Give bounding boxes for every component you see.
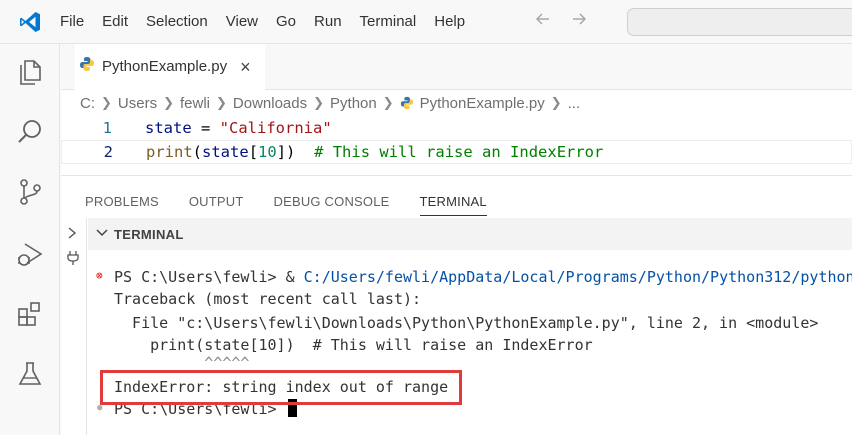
chevron-right-icon: ❯ xyxy=(216,95,227,110)
panel-side-bar xyxy=(61,218,87,435)
chevron-right-icon: ❯ xyxy=(101,95,112,110)
tab-label: PythonExample.py xyxy=(102,58,228,75)
line-number: 2 xyxy=(103,143,113,161)
editor-tabs: PythonExample.py × xyxy=(61,44,852,90)
breadcrumb-item[interactable]: C: xyxy=(80,95,95,112)
menu-bar: File Edit Selection View Go Run Terminal… xyxy=(60,0,474,44)
tab-problems[interactable]: PROBLEMS xyxy=(85,176,159,218)
tab-terminal[interactable]: TERMINAL xyxy=(419,176,488,218)
chevron-right-icon: ❯ xyxy=(382,95,394,110)
code-editor[interactable]: 1 state = "California" 2 print(state[10]… xyxy=(61,116,852,164)
editor-area: PythonExample.py × C: ❯ Users ❯ fewli ❯ … xyxy=(61,44,852,175)
search-icon[interactable] xyxy=(14,116,46,148)
extensions-icon[interactable] xyxy=(14,298,46,330)
flask-icon[interactable] xyxy=(14,358,46,390)
line-number: 1 xyxy=(102,119,112,137)
files-icon[interactable] xyxy=(14,56,46,88)
source-control-icon[interactable] xyxy=(14,176,46,208)
breadcrumb-item[interactable]: Users xyxy=(118,95,157,112)
code-text: print(state[10]) # This will raise an In… xyxy=(146,143,604,161)
activity-bar xyxy=(0,44,60,435)
arrow-right-icon[interactable] xyxy=(570,10,588,34)
title-bar: File Edit Selection View Go Run Terminal… xyxy=(0,0,852,44)
menu-edit[interactable]: Edit xyxy=(93,0,137,44)
menu-file[interactable]: File xyxy=(60,0,93,44)
tab-output[interactable]: OUTPUT xyxy=(189,176,244,218)
menu-view[interactable]: View xyxy=(217,0,267,44)
terminal-line: PS C:\Users\fewli> & C:/Users/fewli/AppD… xyxy=(114,268,852,286)
vscode-logo-icon xyxy=(0,0,60,44)
arrow-left-icon[interactable] xyxy=(534,10,552,34)
chevron-right-icon[interactable] xyxy=(67,226,77,242)
terminal-line: Traceback (most recent call last): xyxy=(114,290,422,308)
error-highlight-box xyxy=(100,370,462,405)
menu-terminal[interactable]: Terminal xyxy=(351,0,426,44)
menu-selection[interactable]: Selection xyxy=(137,0,217,44)
code-text: state = "California" xyxy=(145,119,332,137)
breadcrumb-item[interactable]: PythonExample.py xyxy=(420,95,545,112)
menu-go[interactable]: Go xyxy=(267,0,305,44)
chevron-right-icon: ❯ xyxy=(550,95,562,110)
python-file-icon xyxy=(79,56,95,77)
breadcrumb-item[interactable]: Python xyxy=(330,95,377,112)
tab-debug-console[interactable]: DEBUG CONSOLE xyxy=(274,176,390,218)
command-center-search[interactable] xyxy=(627,8,852,36)
close-icon[interactable]: × xyxy=(240,58,251,76)
chevron-right-icon: ❯ xyxy=(163,95,174,110)
breadcrumb-item[interactable]: Downloads xyxy=(233,95,307,112)
code-line: 1 state = "California" xyxy=(61,116,852,140)
code-line-current: 2 print(state[10]) # This will raise an … xyxy=(61,140,852,164)
menu-help[interactable]: Help xyxy=(425,0,474,44)
terminal-section-header[interactable]: TERMINAL xyxy=(88,218,852,250)
python-file-icon xyxy=(400,95,414,112)
menu-run[interactable]: Run xyxy=(305,0,351,44)
terminal-section-title: TERMINAL xyxy=(114,226,184,242)
terminal-output[interactable]: ⊗ PS C:\Users\fewli> & C:/Users/fewli/Ap… xyxy=(88,262,852,435)
breadcrumb-item[interactable]: ... xyxy=(568,95,581,112)
terminal-line: File "c:\Users\fewli\Downloads\Python\Py… xyxy=(114,314,819,332)
plug-icon[interactable] xyxy=(67,250,79,269)
run-debug-icon[interactable] xyxy=(14,238,46,270)
chevron-right-icon: ❯ xyxy=(313,95,325,110)
chevron-down-icon xyxy=(96,227,108,241)
panel-tabs: PROBLEMS OUTPUT DEBUG CONSOLE TERMINAL xyxy=(61,176,852,218)
navigation-arrows xyxy=(534,10,588,34)
tab-python-example[interactable]: PythonExample.py × xyxy=(75,44,265,90)
breadcrumb-item[interactable]: fewli xyxy=(180,95,210,112)
breadcrumb: C: ❯ Users ❯ fewli ❯ Downloads ❯ Python … xyxy=(61,90,852,116)
error-circle-icon: ⊗ xyxy=(96,269,103,282)
